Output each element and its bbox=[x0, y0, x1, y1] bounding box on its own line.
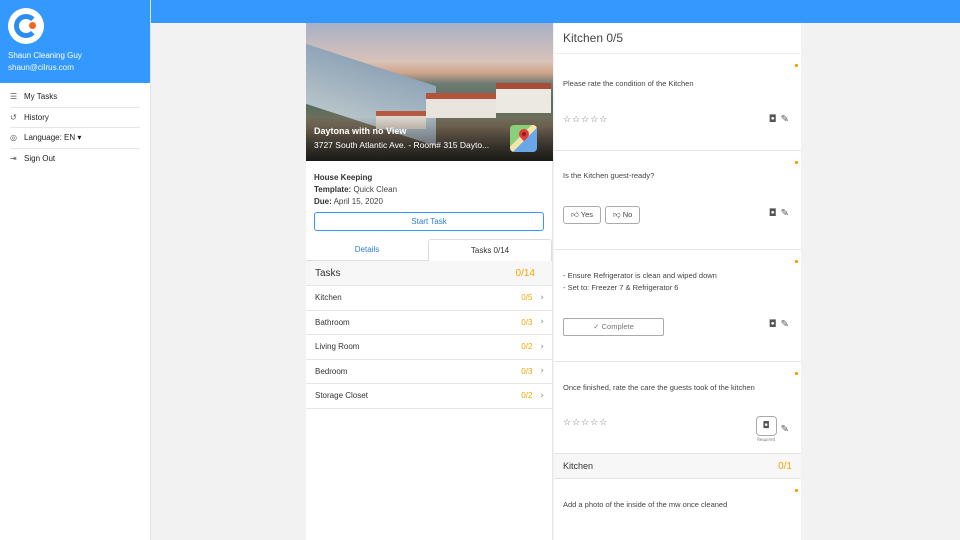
complete-label: Complete bbox=[601, 322, 634, 331]
task-name: Bedroom bbox=[315, 366, 348, 376]
chevron-right-icon: › bbox=[540, 292, 544, 303]
task-name: Kitchen bbox=[315, 293, 342, 303]
list-item[interactable]: Storage Closet 0/2 › bbox=[306, 384, 552, 409]
property-photo: Daytona with no View 3727 South Atlantic… bbox=[306, 23, 553, 161]
edit-icon[interactable]: ✎ bbox=[781, 208, 789, 219]
camera-icon[interactable]: ◘ bbox=[769, 319, 777, 330]
tab-details[interactable]: Details bbox=[306, 239, 428, 261]
property-address: 3727 South Atlantic Ave. - Room# 315 Day… bbox=[314, 140, 490, 150]
no-button[interactable]: 👎︎ No bbox=[605, 206, 641, 224]
complete-button[interactable]: ✓ Complete bbox=[563, 318, 664, 336]
camera-icon[interactable]: ◘ bbox=[769, 114, 777, 125]
required-dot bbox=[795, 489, 798, 492]
yes-label: Yes bbox=[580, 210, 594, 219]
thumbs-down-icon: 👎︎ bbox=[613, 210, 621, 219]
edit-icon[interactable]: ✎ bbox=[781, 319, 789, 330]
section-title: Kitchen bbox=[563, 461, 594, 471]
card-question: Once finished, rate the care the guests … bbox=[563, 383, 755, 392]
required-dot bbox=[795, 260, 798, 263]
card-question: Add a photo of the inside of the mw once… bbox=[563, 500, 728, 509]
sidebar-header: Shaun Cleaning Guy shaun@cilrus.com bbox=[0, 0, 150, 83]
user-email: shaun@cilrus.com bbox=[8, 63, 74, 72]
task-panel: Daytona with no View 3727 South Atlantic… bbox=[306, 23, 553, 540]
required-dot bbox=[795, 64, 798, 67]
template-label: Template: bbox=[314, 185, 352, 194]
task-count: 0/3 bbox=[521, 317, 533, 327]
camera-required[interactable]: ◘ Required bbox=[755, 416, 777, 442]
start-task-button[interactable]: Start Task bbox=[314, 212, 544, 231]
list-item[interactable]: Kitchen 0/5 › bbox=[306, 286, 552, 311]
chevron-right-icon: › bbox=[540, 317, 544, 328]
history-icon: ↺ bbox=[10, 112, 17, 122]
task-name: Living Room bbox=[315, 342, 360, 352]
due-label: Due: bbox=[314, 197, 332, 206]
checklist-card: Add a photo of the inside of the mw once… bbox=[554, 479, 801, 540]
property-name: Daytona with no View bbox=[314, 126, 407, 136]
map-icon[interactable] bbox=[510, 125, 537, 152]
list-item[interactable]: Bedroom 0/3 › bbox=[306, 360, 552, 384]
required-label: Required bbox=[757, 437, 776, 442]
globe-icon: ◎ bbox=[10, 133, 17, 143]
tasks-count: 0/14 bbox=[515, 267, 535, 279]
task-count: 0/2 bbox=[521, 342, 533, 352]
camera-icon[interactable]: ◘ bbox=[769, 208, 777, 219]
sidebar-item-label: Sign Out bbox=[24, 154, 56, 164]
task-type: House Keeping bbox=[314, 173, 373, 182]
sidebar-item-label: My Tasks bbox=[24, 92, 58, 102]
section-header: Kitchen 0/1 bbox=[554, 454, 801, 479]
task-count: 0/3 bbox=[521, 366, 533, 376]
list-item[interactable]: Living Room 0/2 › bbox=[306, 335, 552, 360]
sidebar-item-label: History bbox=[24, 112, 49, 122]
chevron-right-icon: › bbox=[540, 366, 544, 377]
sign-out-icon: ⇥ bbox=[10, 154, 17, 164]
logo bbox=[8, 8, 44, 44]
star-rating[interactable]: ☆☆☆☆☆ bbox=[563, 418, 608, 428]
required-dot bbox=[795, 161, 798, 164]
sidebar-item-sign-out[interactable]: ⇥ Sign Out bbox=[10, 149, 140, 170]
sidebar-item-label: Language: EN ▾ bbox=[24, 133, 82, 143]
sidebar: Shaun Cleaning Guy shaun@cilrus.com ☰ My… bbox=[0, 0, 151, 540]
template-value: Quick Clean bbox=[353, 185, 398, 194]
chevron-right-icon: › bbox=[540, 390, 544, 401]
list-icon: ☰ bbox=[10, 92, 18, 102]
sidebar-item-my-tasks[interactable]: ☰ My Tasks bbox=[10, 87, 140, 108]
card-question: Please rate the condition of the Kitchen bbox=[563, 79, 694, 88]
check-icon: ✓ bbox=[593, 322, 600, 331]
top-bar bbox=[151, 0, 960, 23]
checklist-card: Once finished, rate the care the guests … bbox=[554, 362, 801, 454]
edit-icon[interactable]: ✎ bbox=[781, 424, 789, 435]
chevron-right-icon: › bbox=[540, 341, 544, 352]
task-count: 0/5 bbox=[521, 293, 533, 303]
tab-bar: Details Tasks 0/14 bbox=[306, 239, 552, 261]
edit-icon[interactable]: ✎ bbox=[781, 114, 789, 125]
card-text-line-2: - Set to: Freezer 7 & Refrigerator 6 bbox=[563, 283, 679, 292]
task-info: House Keeping Template: Quick Clean Due:… bbox=[306, 161, 552, 208]
tasks-header: Tasks 0/14 bbox=[306, 261, 552, 286]
star-rating[interactable]: ☆☆☆☆☆ bbox=[563, 115, 608, 125]
list-item[interactable]: Bathroom 0/3 › bbox=[306, 311, 552, 335]
required-dot bbox=[795, 372, 798, 375]
panel-title: Kitchen 0/5 bbox=[554, 23, 801, 54]
yes-button[interactable]: 👍︎ Yes bbox=[563, 206, 602, 224]
checklist-panel: Kitchen 0/5 Please rate the condition of… bbox=[554, 23, 801, 540]
checklist-card: Is the Kitchen guest-ready? 👍︎ Yes 👎︎ No… bbox=[554, 151, 801, 250]
sidebar-menu: ☰ My Tasks ↺ History ◎ Language: EN ▾ ⇥ … bbox=[0, 83, 150, 169]
sidebar-item-history[interactable]: ↺ History bbox=[10, 108, 140, 128]
checklist-card: - Ensure Refrigerator is clean and wiped… bbox=[554, 250, 801, 362]
sidebar-item-language[interactable]: ◎ Language: EN ▾ bbox=[10, 128, 140, 149]
card-question: Is the Kitchen guest-ready? bbox=[563, 171, 655, 180]
no-label: No bbox=[622, 210, 633, 219]
camera-icon: ◘ bbox=[755, 416, 777, 436]
section-count: 0/1 bbox=[778, 460, 792, 472]
tasks-header-label: Tasks bbox=[315, 267, 341, 279]
checklist-card: Please rate the condition of the Kitchen… bbox=[554, 54, 801, 151]
task-name: Bathroom bbox=[315, 317, 350, 327]
due-value: April 15, 2020 bbox=[333, 197, 383, 206]
user-name: Shaun Cleaning Guy bbox=[8, 51, 82, 60]
card-text-line-1: - Ensure Refrigerator is clean and wiped… bbox=[563, 271, 717, 280]
thumbs-up-icon: 👍︎ bbox=[571, 210, 579, 219]
task-count: 0/2 bbox=[521, 391, 533, 401]
tab-tasks[interactable]: Tasks 0/14 bbox=[428, 239, 552, 261]
task-name: Storage Closet bbox=[315, 391, 368, 401]
